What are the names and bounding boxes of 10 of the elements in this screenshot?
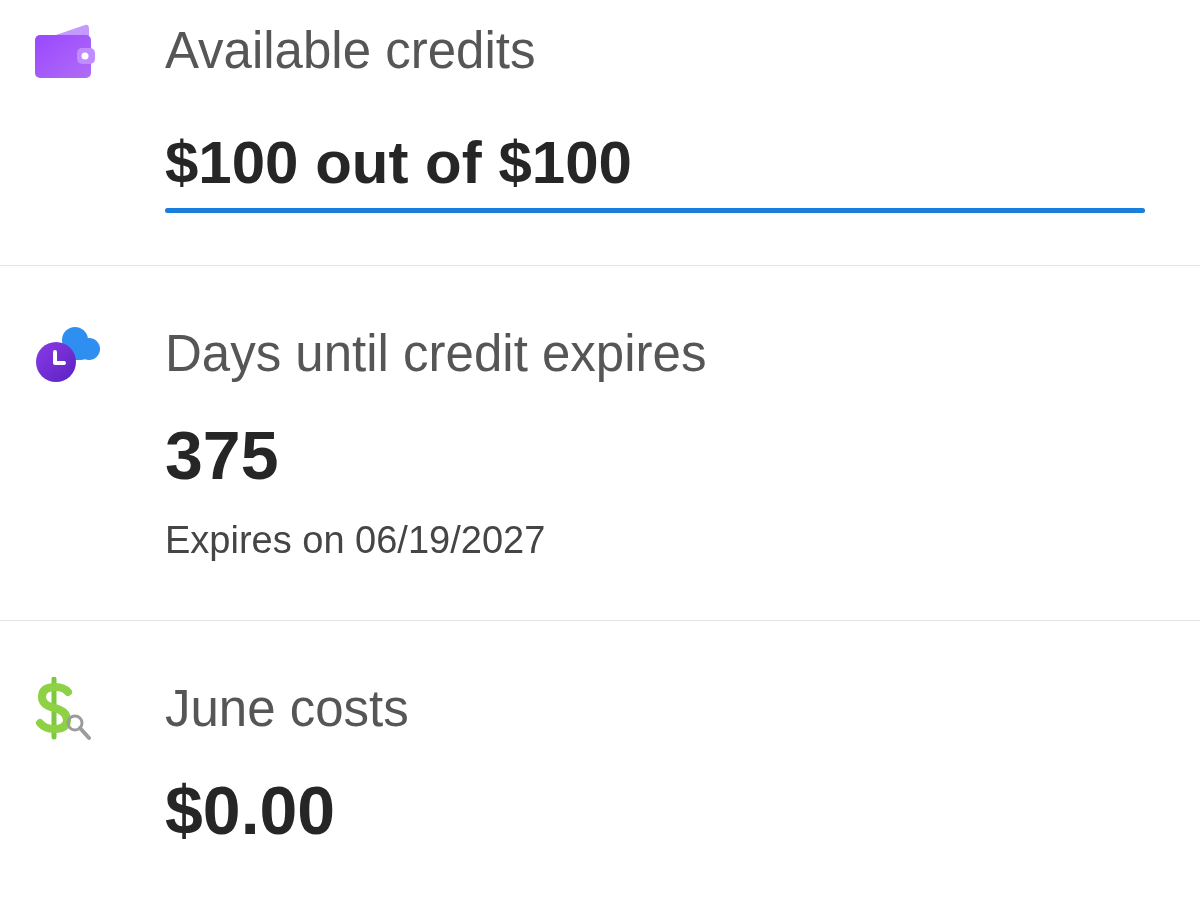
metric-label: Days until credit expires (165, 326, 707, 382)
metric-label: June costs (165, 681, 409, 737)
metric-value: $100 out of $100 (165, 128, 632, 198)
metric-value: $0.00 (165, 771, 336, 849)
metric-label: Available credits (165, 23, 536, 79)
dollar-magnifier-icon (35, 677, 91, 741)
clock-cloud-icon (35, 325, 101, 383)
metric-value: 375 (165, 416, 279, 494)
expiry-note: Expires on 06/19/2027 (165, 518, 546, 562)
wallet-icon (35, 24, 95, 78)
